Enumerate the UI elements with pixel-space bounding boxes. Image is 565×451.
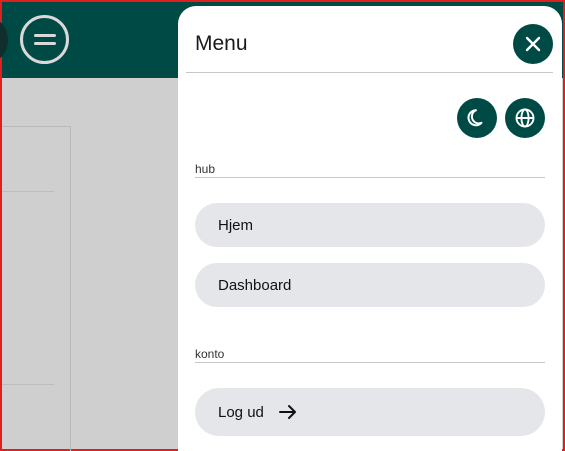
logout-label: Log ud <box>218 403 264 421</box>
close-icon <box>525 36 541 52</box>
close-button[interactable] <box>513 24 553 64</box>
nav-item-dashboard[interactable]: Dashboard <box>195 263 545 307</box>
partial-nav-button[interactable] <box>0 20 8 60</box>
background-divider <box>2 384 54 385</box>
drawer-header: Menu <box>186 6 553 73</box>
menu-toggle-button[interactable] <box>20 15 69 64</box>
hamburger-icon <box>33 33 56 45</box>
logout-button[interactable]: Log ud <box>195 388 545 436</box>
nav-item-label: Dashboard <box>218 276 292 294</box>
arrow-right-icon <box>278 404 298 420</box>
nav-item-label: Hjem <box>218 216 254 234</box>
dark-mode-button[interactable] <box>457 98 497 138</box>
drawer-title: Menu <box>195 32 248 55</box>
menu-drawer: Menu hub Hjem Dashboard konto Log ud <box>178 6 562 451</box>
language-button[interactable] <box>505 98 545 138</box>
background-divider <box>2 191 54 192</box>
section-label-konto: konto <box>195 347 545 363</box>
background-card <box>2 126 71 451</box>
globe-icon <box>515 108 535 128</box>
nav-item-home[interactable]: Hjem <box>195 203 545 247</box>
section-label-hub: hub <box>195 162 545 178</box>
moon-icon <box>467 109 483 127</box>
